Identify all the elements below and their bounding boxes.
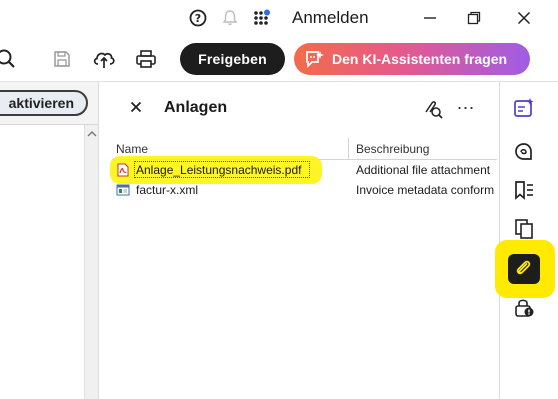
search-attachments-icon[interactable]	[422, 98, 444, 120]
ai-assistant-icon	[304, 49, 326, 69]
ai-edit-icon[interactable]	[512, 96, 536, 120]
pdf-file-icon	[116, 163, 130, 177]
sign-in-link[interactable]: Anmelden	[292, 8, 369, 28]
svg-text:?: ?	[195, 12, 201, 25]
save-icon[interactable]	[50, 47, 74, 71]
bookmark-icon[interactable]	[512, 178, 536, 202]
share-button[interactable]: Freigeben	[180, 43, 285, 75]
left-scrollbar[interactable]	[84, 125, 98, 399]
search-icon[interactable]	[0, 47, 18, 71]
title-bar: ? Anmelden	[0, 0, 558, 36]
left-pane-content	[0, 124, 98, 399]
attachment-name[interactable]: factur-x.xml	[136, 183, 198, 197]
attachment-icon[interactable]	[508, 254, 540, 284]
attachment-description: Additional file attachment	[356, 163, 491, 177]
attachments-table: Name Beschreibung Anlage_Leistungsnachwe…	[110, 138, 497, 200]
close-panel-icon[interactable]	[128, 99, 144, 115]
attachment-description: Invoice metadata conform	[356, 183, 495, 197]
security-icon[interactable]	[512, 296, 536, 320]
panel-title: Anlagen	[164, 99, 228, 116]
left-pane: aktivieren	[0, 82, 99, 399]
comment-icon[interactable]	[512, 140, 536, 164]
close-icon[interactable]	[512, 7, 536, 29]
more-options-icon[interactable]: ⋯	[456, 98, 476, 118]
xml-file-icon	[116, 183, 130, 197]
notifications-icon[interactable]	[220, 8, 240, 28]
toolbar: Freigeben Den KI-Assistenten fragen	[0, 36, 558, 82]
column-divider[interactable]	[348, 138, 349, 160]
cloud-upload-icon[interactable]	[92, 47, 116, 71]
pages-icon[interactable]	[512, 217, 536, 241]
ai-assistant-button[interactable]: Den KI-Assistenten fragen	[294, 43, 530, 75]
table-row[interactable]: Anlage_Leistungsnachweis.pdf Additional …	[110, 156, 497, 184]
scroll-up-icon[interactable]	[87, 129, 97, 139]
table-row[interactable]: factur-x.xml Invoice metadata conform	[112, 180, 497, 200]
help-icon[interactable]: ?	[188, 8, 208, 28]
column-header-name[interactable]: Name	[116, 142, 148, 156]
right-tool-rail	[495, 82, 558, 399]
attachments-panel: Anlagen ⋯ Name Beschreibung Anlage_Leist…	[100, 82, 499, 399]
apps-icon[interactable]	[252, 8, 272, 28]
activate-button[interactable]: aktivieren	[0, 90, 88, 116]
restore-icon[interactable]	[462, 7, 486, 29]
attachment-name[interactable]: Anlage_Leistungsnachweis.pdf	[136, 163, 301, 177]
minimize-icon[interactable]	[418, 7, 442, 29]
print-icon[interactable]	[134, 47, 158, 71]
ai-assistant-label: Den KI-Assistenten fragen	[332, 51, 508, 67]
column-header-description[interactable]: Beschreibung	[356, 142, 429, 156]
